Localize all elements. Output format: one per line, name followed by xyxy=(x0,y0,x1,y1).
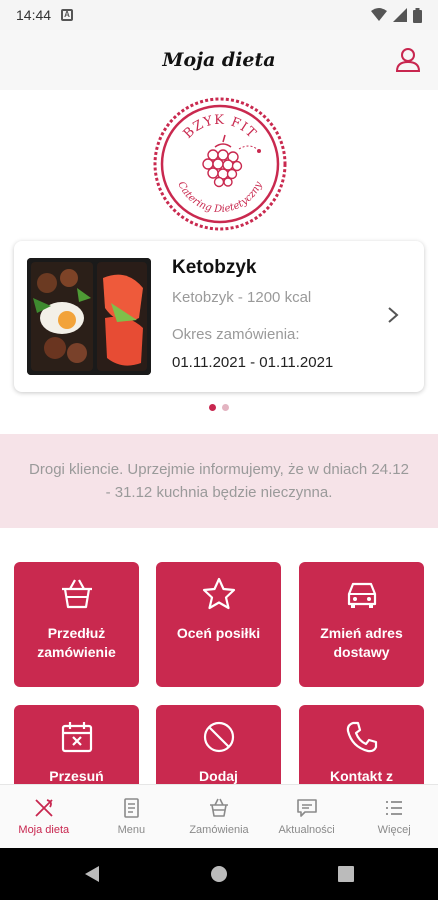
notice-text: Drogi kliencie. Uprzejmie informujemy, ż… xyxy=(29,461,409,501)
cutlery-icon xyxy=(35,799,53,817)
profile-icon[interactable] xyxy=(394,46,422,74)
app-header: Moja dieta xyxy=(0,30,438,90)
nav-item-menu[interactable]: Menu xyxy=(88,785,176,848)
nav-label: Menu xyxy=(117,824,146,836)
meal-photo xyxy=(27,258,151,375)
nav-item-my-diet[interactable]: Moja dieta xyxy=(0,785,88,848)
action-tiles: Przedłuż zamówienie Oceń posiłki Zmień a… xyxy=(0,562,438,784)
system-nav-bar xyxy=(0,848,438,900)
tile-label: Oceń posiłki xyxy=(176,625,261,641)
menu-book-icon xyxy=(124,798,140,818)
diet-name: Ketobzyk xyxy=(172,257,257,278)
order-card[interactable]: Ketobzyk Ketobzyk - 1200 kcal Okres zamó… xyxy=(14,241,424,392)
back-icon[interactable] xyxy=(84,865,100,883)
calendar-cancel-icon xyxy=(61,722,93,753)
nav-item-orders[interactable]: Zamówienia xyxy=(175,785,263,848)
notification-icon: A xyxy=(61,9,74,21)
brand-logo: BZYK FIT Catering Dietetyczny xyxy=(153,97,287,231)
chat-icon xyxy=(296,799,317,817)
basket-icon xyxy=(62,579,92,609)
nav-label: Więcej xyxy=(377,824,411,836)
tile-label: Zmień adres dostawy xyxy=(320,625,403,660)
period-value: 01.11.2021 - 01.11.2021 xyxy=(172,354,334,371)
recents-icon[interactable] xyxy=(338,866,354,882)
change-address-button[interactable]: Zmień adres dostawy xyxy=(299,562,424,687)
home-icon[interactable] xyxy=(210,865,228,883)
diet-subtitle: Ketobzyk - 1200 kcal xyxy=(172,289,312,306)
battery-icon xyxy=(413,7,422,23)
nav-label: Zamówienia xyxy=(189,824,249,836)
nav-item-news[interactable]: Aktualności xyxy=(263,785,351,848)
nav-label: Aktualności xyxy=(278,824,335,836)
status-time: 14:44 xyxy=(16,7,52,23)
nav-item-more[interactable]: Więcej xyxy=(350,785,438,848)
reschedule-button[interactable]: Przesuń xyxy=(14,705,139,784)
carousel-dot[interactable] xyxy=(222,404,229,411)
tile-label: Przedłuż zamówienie xyxy=(37,625,116,660)
add-button[interactable]: Dodaj xyxy=(156,705,281,784)
carousel-dot-active[interactable] xyxy=(209,404,216,411)
chevron-right-icon[interactable] xyxy=(386,305,400,325)
list-icon xyxy=(386,801,403,815)
period-label: Okres zamówienia: xyxy=(172,326,300,343)
status-bar: 14:44 A xyxy=(0,0,438,30)
star-icon xyxy=(202,577,236,610)
basket-icon xyxy=(209,798,228,817)
notice-banner: Drogi kliencie. Uprzejmie informujemy, ż… xyxy=(0,434,438,528)
extend-order-button[interactable]: Przedłuż zamówienie xyxy=(14,562,139,687)
phone-icon xyxy=(346,721,378,753)
tile-label: Przesuń xyxy=(49,768,104,784)
carousel-indicator xyxy=(0,404,438,411)
car-icon xyxy=(347,582,377,608)
signal-icon xyxy=(393,8,407,22)
block-icon xyxy=(203,721,235,753)
nav-label: Moja dieta xyxy=(18,824,70,836)
tile-label: Dodaj xyxy=(199,768,238,784)
tile-label: Kontakt z xyxy=(330,768,393,784)
rate-meals-button[interactable]: Oceń posiłki xyxy=(156,562,281,687)
page-title: Moja dieta xyxy=(162,49,276,71)
wifi-icon xyxy=(371,8,387,21)
contact-button[interactable]: Kontakt z xyxy=(299,705,424,784)
bottom-nav: Moja dieta Menu Zamówienia Aktualności W… xyxy=(0,784,438,848)
